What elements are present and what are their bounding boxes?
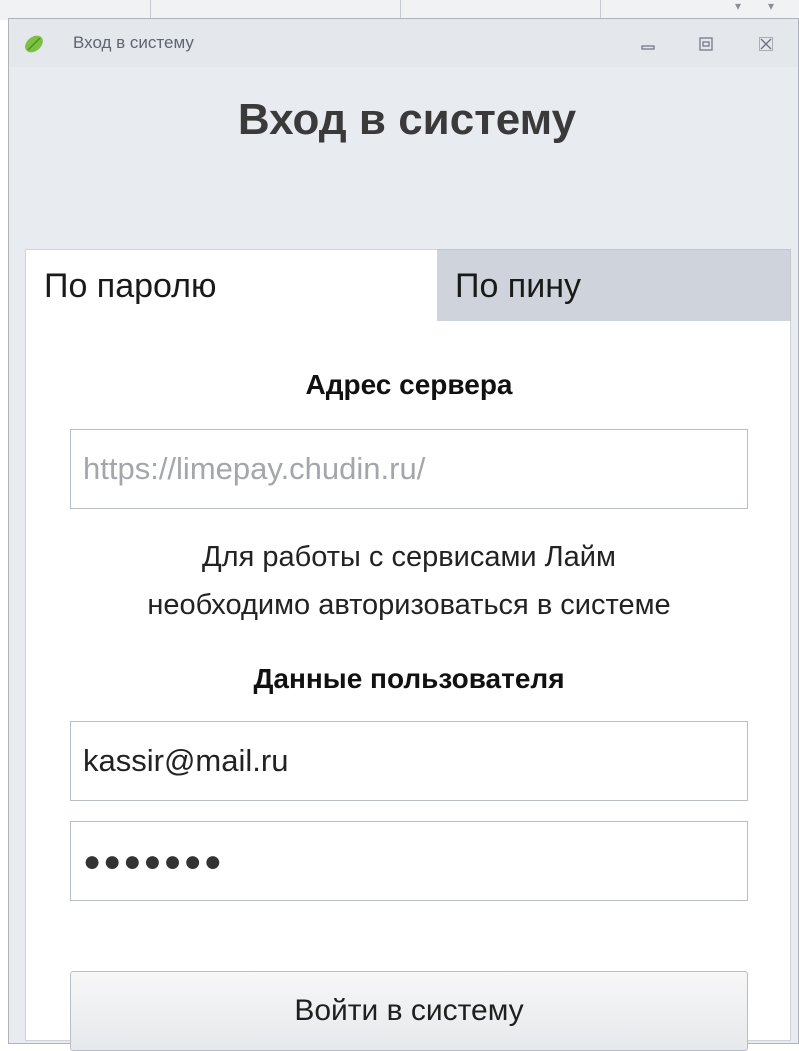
hint-line-2: необходимо авторизоваться в системе <box>147 589 671 621</box>
login-input-value: kassir@mail.ru <box>83 743 289 778</box>
lime-leaf-icon <box>25 35 43 53</box>
tab-password[interactable]: По паролю <box>25 249 437 321</box>
chevron-down-icon: ▾ <box>735 0 742 13</box>
user-data-label: Данные пользователя <box>253 663 565 694</box>
password-input[interactable]: ●●●●●●● <box>70 821 748 901</box>
background-divider <box>600 0 601 18</box>
restore-button[interactable] <box>695 33 717 55</box>
minimize-button[interactable] <box>637 33 659 55</box>
server-address-label: Адрес сервера <box>305 369 513 400</box>
login-input[interactable]: kassir@mail.ru <box>70 721 748 801</box>
background-divider <box>400 0 401 18</box>
login-button[interactable]: Войти в систему <box>70 971 748 1051</box>
background-divider <box>150 0 151 18</box>
minimize-icon <box>641 45 655 50</box>
page-title: Вход в систему <box>237 95 577 144</box>
password-mask: ●●●●●●● <box>83 845 224 878</box>
chevron-down-icon: ▾ <box>768 0 775 13</box>
login-window: Вход в систему Вход в систему По паролю … <box>8 18 799 1051</box>
hint-line-1: Для работы с сервисами Лайм <box>202 541 616 573</box>
restore-icon <box>699 37 713 51</box>
window-body: Вход в систему По паролю По пину Адрес с… <box>23 67 791 1051</box>
close-icon <box>759 37 773 51</box>
title-bar: Вход в систему <box>9 19 798 67</box>
server-address-input[interactable] <box>70 429 748 509</box>
close-button[interactable] <box>755 33 777 55</box>
tab-pin[interactable]: По пину <box>437 249 791 321</box>
window-title: Вход в систему <box>73 33 194 52</box>
login-form-panel: Адрес сервера Для работы с сервисами Лай… <box>25 321 791 1051</box>
background-app-strip: ▾ ▾ <box>0 0 799 20</box>
